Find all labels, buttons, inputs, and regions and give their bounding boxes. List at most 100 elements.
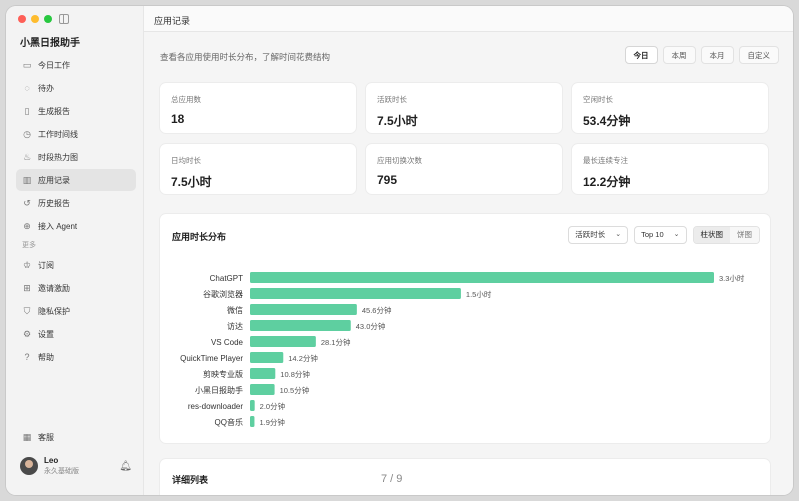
close-window-button[interactable] [18,15,26,23]
value-label: 1.5小时 [466,289,492,299]
date-range-tabs: 今日 本周 本月 自定义 [624,46,779,64]
stat-label: 应用切换次数 [377,156,422,165]
sidebar-toggle-icon[interactable] [59,14,69,24]
category-label: QQ音乐 [215,417,243,427]
bell-icon[interactable]: 🔔︎ [119,461,132,472]
sidebar-bottom: ▦ 客服 [16,426,136,449]
category-label: 剪映专业版 [203,369,243,379]
sidebar-item-todo[interactable]: ◌ 待办 [16,77,136,99]
app-window: 小黑日报助手 ▭ 今日工作 ◌ 待办 ▯ 生成报告 ◷ 工作时间线 ♨ 时段热力… [6,6,793,495]
tab-today[interactable]: 今日 [624,46,658,64]
sidebar-item-today-work[interactable]: ▭ 今日工作 [16,54,136,76]
page-indicator: 7 / 9 [373,472,411,486]
sidebar-item-heatmap[interactable]: ♨ 时段热力图 [16,146,136,168]
app-title: 小黑日报助手 [20,38,80,49]
gear-icon: ⚙ [22,329,32,339]
page-title: 应用记录 [154,16,191,26]
bar[interactable] [250,336,316,347]
sidebar-item-support[interactable]: ▦ 客服 [16,426,136,448]
user-info: Leo 永久基础版 [44,456,79,476]
sidebar-item-subscribe[interactable]: ♔ 订阅 [16,254,136,276]
tab-this-week[interactable]: 本周 [662,46,696,64]
tab-this-month[interactable]: 本月 [700,46,734,64]
detail-list-title: 详细列表 [172,475,209,485]
stat-value: 18 [171,112,185,126]
maximize-window-button[interactable] [44,15,52,23]
category-label: VS Code [211,338,244,347]
value-label: 43.0分钟 [356,321,386,331]
help-icon: ? [24,352,30,362]
bar[interactable] [250,384,275,395]
category-label: 小黑日报助手 [195,385,243,395]
bar[interactable] [250,416,255,427]
category-label: ChatGPT [210,274,243,283]
sidebar-item-generate-report[interactable]: ▯ 生成报告 [16,100,136,122]
value-label: 45.6分钟 [362,305,392,315]
sidebar-item-agent[interactable]: ⊕ 接入 Agent [16,215,136,237]
value-label: 28.1分钟 [321,337,351,347]
sidebar-item-timeline[interactable]: ◷ 工作时间线 [16,123,136,145]
category-label: QuickTime Player [180,354,243,363]
bar[interactable] [250,320,351,331]
app-duration-chart-card: 应用时长分布 活跃时长 ⌄ Top 10 ⌄ 柱状图 饼图 ChatGPT 3.3… [159,213,771,444]
bar[interactable] [250,272,714,283]
bar[interactable] [250,304,357,315]
sidebar-item-label: 帮助 [38,352,54,362]
bar[interactable] [250,368,276,379]
value-label: 14.2分钟 [288,353,318,363]
shield-icon: ⛉ [23,306,31,316]
sidebar-item-label: 工作时间线 [38,129,78,139]
user-profile[interactable]: Leo 永久基础版 🔔︎ [20,456,132,476]
user-plan: 永久基础版 [44,468,79,475]
bar[interactable] [250,400,255,411]
sidebar-item-label: 接入 Agent [38,221,78,231]
app-duration-bar-chart: ChatGPT 3.3小时谷歌浏览器 1.5小时微信 45.6分钟访达 43.0分钟 VS… [180,272,745,427]
sidebar-item-label: 设置 [38,329,54,339]
window-controls [18,15,52,23]
minimize-window-button[interactable] [31,15,39,23]
bar[interactable] [250,352,284,363]
sidebar-item-invite[interactable]: ⊞ 邀请激励 [16,277,136,299]
stat-card-app-switches: 应用切换次数 795 [365,143,563,195]
sidebar-item-privacy[interactable]: ⛉ 隐私保护 [16,300,136,322]
bar[interactable] [250,288,461,299]
stat-value: 795 [377,173,398,187]
sidebar-nav: ▭ 今日工作 ◌ 待办 ▯ 生成报告 ◷ 工作时间线 ♨ 时段热力图 ▥ 应用记… [16,54,136,369]
stats-grid: 总应用数 18 活跃时长 7.5小时 空闲时长 53.4分钟 日均时长 7.5小… [159,82,771,195]
stat-card-longest-focus: 最长连续专注 12.2分钟 [571,143,769,195]
calendar-icon: ▭ [22,60,32,70]
avatar[interactable] [20,457,38,475]
sidebar-item-help[interactable]: ? 帮助 [16,346,136,368]
detail-list-card: 详细列表 [159,458,771,495]
sidebar-item-label: 隐私保护 [38,306,70,316]
stat-value: 53.4分钟 [583,114,631,128]
top-bar: 应用记录 [144,6,793,32]
category-label: 谷歌浏览器 [203,289,243,299]
stat-card-daily-average: 日均时长 7.5小时 [159,143,357,195]
sidebar-item-label: 时段热力图 [38,152,78,162]
value-label: 10.8分钟 [280,369,310,379]
qr-code-icon: ▦ [22,432,32,442]
bar-chart-icon: ▥ [22,175,32,185]
stat-card-idle-time: 空闲时长 53.4分钟 [571,82,769,134]
flame-icon: ♨ [22,152,32,162]
stat-card-active-time: 活跃时长 7.5小时 [365,82,563,134]
sidebar-item-label: 今日工作 [38,60,70,70]
user-name: Leo [44,456,59,465]
stat-card-total-apps: 总应用数 18 [159,82,357,134]
stat-label: 日均时长 [171,156,201,165]
sidebar-item-app-records[interactable]: ▥ 应用记录 [16,169,136,191]
stat-label: 活跃时长 [377,95,407,104]
sidebar-item-label: 订阅 [38,260,54,270]
value-label: 3.3小时 [719,273,745,283]
tab-custom[interactable]: 自定义 [738,46,779,64]
stat-label: 总应用数 [171,95,201,104]
sidebar-item-settings[interactable]: ⚙ 设置 [16,323,136,345]
link-icon: ⊕ [23,221,31,231]
stat-label: 最长连续专注 [583,156,628,165]
clock-icon: ◷ [23,129,31,139]
crown-icon: ♔ [22,260,32,270]
document-icon: ▯ [24,106,30,116]
sidebar-item-history[interactable]: ↺ 历史报告 [16,192,136,214]
sidebar-item-label: 历史报告 [38,198,70,208]
